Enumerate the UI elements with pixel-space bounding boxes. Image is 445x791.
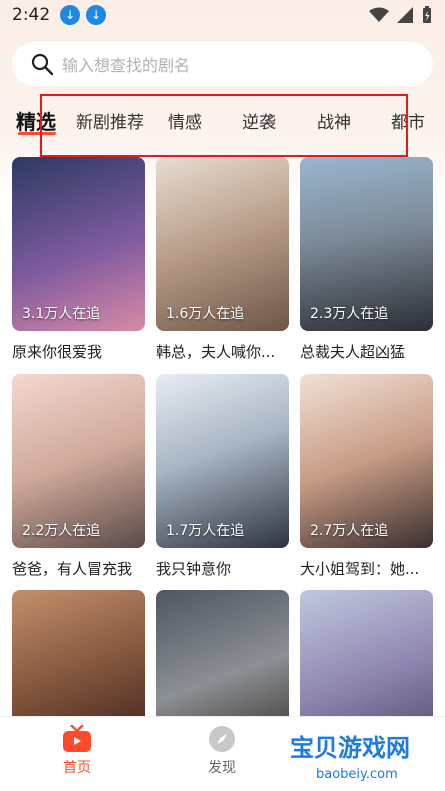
home-tv-icon xyxy=(63,725,91,752)
watermark-text: 宝贝游戏网 xyxy=(290,734,410,762)
wifi-icon xyxy=(369,7,389,22)
drama-card[interactable]: 2.3万人在追 总裁夫人超凶猛 xyxy=(300,157,433,362)
follower-count: 3.1万人在追 xyxy=(22,306,101,322)
follower-count: 1.6万人在追 xyxy=(166,306,245,322)
search-input[interactable]: 输入想查找的剧名 xyxy=(62,52,190,76)
download-icon: ↓ xyxy=(60,5,81,25)
drama-card[interactable]: 2.2万人在追 爸爸，有人冒充我 xyxy=(12,374,145,579)
drama-card[interactable]: 1.7万人在追 我只钟意你 xyxy=(156,374,289,579)
drama-card[interactable]: 1.6万人在追 韩总，夫人喊你... xyxy=(156,157,289,362)
signal-icon xyxy=(397,7,413,23)
watermark-logo: 宝贝游戏网 baobeiy.com xyxy=(274,732,442,784)
compass-icon xyxy=(209,726,235,752)
status-bar: 2:42 ↓ ↓ xyxy=(0,0,445,30)
drama-poster[interactable]: 2.7万人在追 xyxy=(300,374,433,548)
follower-count: 1.7万人在追 xyxy=(166,523,245,539)
drama-poster[interactable]: 2.3万人在追 xyxy=(300,157,433,331)
follower-count: 2.2万人在追 xyxy=(22,523,101,539)
drama-poster[interactable]: 1.7万人在追 xyxy=(156,374,289,548)
download-icon: ↓ xyxy=(86,5,107,25)
drama-title: 原来你很爱我 xyxy=(12,343,103,361)
nav-home[interactable]: 首页 xyxy=(37,725,117,777)
drama-poster[interactable]: 3.1万人在追 xyxy=(12,157,145,331)
search-icon xyxy=(31,53,54,76)
nav-home-label: 首页 xyxy=(63,760,91,776)
search-bar[interactable]: 输入想查找的剧名 xyxy=(12,42,433,86)
status-time: 2:42 xyxy=(12,5,51,25)
highlight-box xyxy=(40,94,408,157)
nav-discover[interactable]: 发现 xyxy=(182,725,262,777)
drama-title: 韩总，夫人喊你... xyxy=(156,343,276,361)
drama-title: 爸爸，有人冒充我 xyxy=(12,560,133,578)
follower-count: 2.7万人在追 xyxy=(310,523,389,539)
follower-count: 2.3万人在追 xyxy=(310,306,389,322)
watermark-url: baobeiy.com xyxy=(316,767,398,782)
drama-title: 总裁夫人超凶猛 xyxy=(300,343,406,361)
drama-title: 大小姐驾到：她... xyxy=(300,560,420,578)
drama-poster[interactable]: 2.2万人在追 xyxy=(12,374,145,548)
battery-icon xyxy=(423,6,431,23)
nav-discover-label: 发现 xyxy=(208,760,236,776)
drama-poster[interactable]: 1.6万人在追 xyxy=(156,157,289,331)
drama-card[interactable]: 3.1万人在追 原来你很爱我 xyxy=(12,157,145,362)
drama-card[interactable]: 2.7万人在追 大小姐驾到：她... xyxy=(300,374,433,579)
drama-title: 我只钟意你 xyxy=(156,560,232,578)
